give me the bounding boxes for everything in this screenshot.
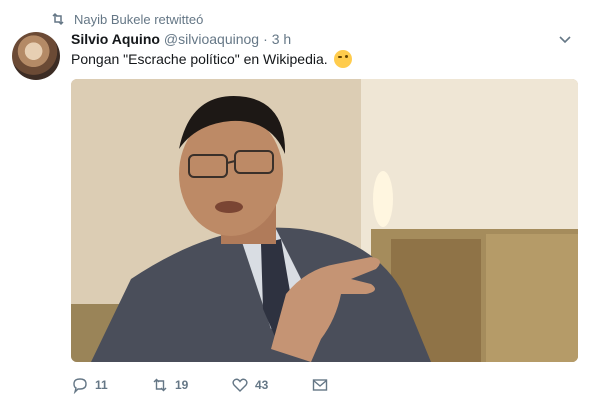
separator: · [263, 31, 268, 47]
winking-face-icon [333, 50, 352, 68]
avatar[interactable] [12, 32, 60, 80]
timestamp[interactable]: 3 h [272, 31, 291, 47]
reply-button[interactable]: 11 [71, 376, 151, 395]
author-fullname[interactable]: Silvio Aquino [71, 31, 160, 47]
retweet-count: 19 [175, 378, 189, 392]
retweet-context-text[interactable]: Nayib Bukele retwitteó [74, 12, 203, 27]
tweet-photo[interactable] [71, 79, 578, 362]
tweet-header: Silvio Aquino @silvioaquinog · 3 h [71, 29, 573, 49]
tweet-text: Pongan "Escrache político" en Wikipedia. [71, 51, 328, 67]
direct-message-button[interactable] [311, 376, 329, 394]
like-button[interactable]: 43 [231, 376, 311, 394]
heart-icon [231, 376, 249, 394]
tweet-text-row: Pongan "Escrache político" en Wikipedia. [71, 50, 352, 68]
like-count: 43 [255, 378, 269, 392]
photo-man-gesturing [71, 79, 578, 362]
reply-icon [71, 376, 89, 395]
author-username[interactable]: @silvioaquinog [164, 31, 259, 47]
retweet-button[interactable]: 19 [151, 376, 231, 394]
tweet[interactable]: Nayib Bukele retwitteó Silvio Aquino @si… [0, 0, 589, 406]
tweet-actions: 11 19 43 [71, 374, 329, 396]
retweet-context: Nayib Bukele retwitteó [50, 10, 203, 28]
chevron-down-icon[interactable] [557, 31, 573, 47]
envelope-icon [311, 376, 329, 394]
reply-count: 11 [95, 378, 108, 392]
retweet-icon [151, 376, 169, 394]
retweet-icon [50, 11, 66, 27]
